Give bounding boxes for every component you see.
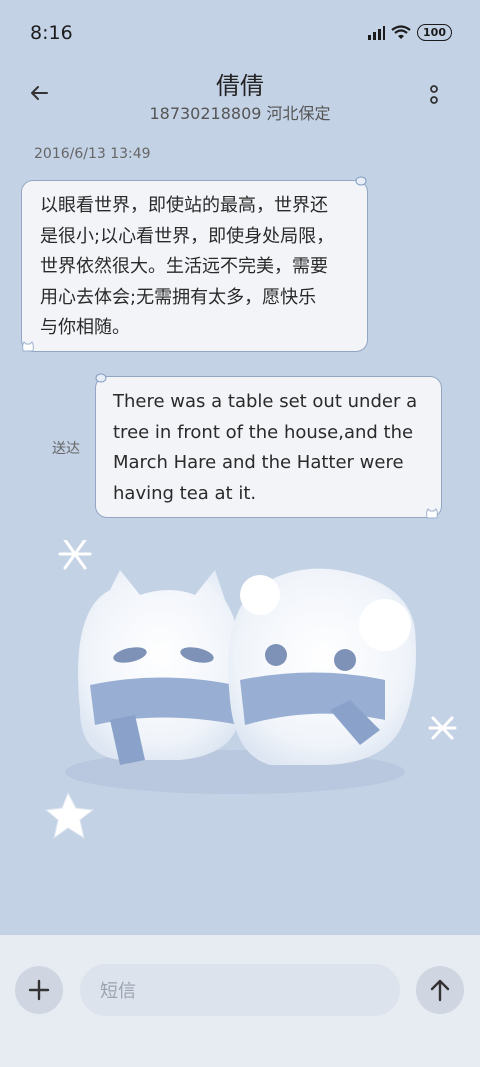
message-timestamp: 2016/6/13 13:49 — [34, 146, 151, 162]
message-line: 世界依然很大。生活远不完美，需要 — [40, 256, 328, 277]
wifi-icon — [391, 25, 411, 39]
status-time: 8:16 — [30, 22, 73, 44]
arrow-up-icon — [430, 979, 450, 1002]
cat-sticker-icon — [426, 508, 438, 519]
status-icons: 100 — [367, 24, 452, 41]
plus-icon — [28, 979, 50, 1001]
message-line: having tea at it. — [113, 482, 257, 504]
message-line: 以眼看世界，即使站的最高，世界还 — [40, 195, 328, 216]
contact-number-location: 18730218809 河北保定 — [149, 104, 331, 123]
cat-sticker-icon — [22, 341, 34, 352]
delivery-status: 送达 — [52, 441, 80, 457]
message-line: March Hare and the Hatter were — [113, 452, 404, 473]
message-line: 与你相随。 — [40, 317, 130, 338]
message-input-placeholder: 短信 — [100, 981, 136, 1002]
message-line: 是很小;以心看世界，即使身处局限， — [40, 225, 335, 247]
message-input[interactable]: 短信 — [80, 964, 400, 1016]
incoming-message-bubble[interactable]: 以眼看世界，即使站的最高，世界还 是很小;以心看世界，即使身处局限， 世界依然很… — [21, 180, 368, 352]
wallpaper-illustration — [44, 540, 457, 840]
more-vertical-icon — [430, 85, 438, 104]
outgoing-message-bubble[interactable]: There was a table set out under a tree i… — [95, 376, 442, 518]
signal-icon — [368, 25, 386, 40]
add-attachment-button[interactable] — [15, 966, 63, 1014]
battery-indicator: 100 — [417, 24, 452, 41]
message-line: There was a table set out under a — [113, 391, 418, 412]
message-line: 用心去体会;无需拥有太多，愿快乐 — [40, 286, 317, 308]
paw-sticker-icon — [95, 373, 107, 383]
more-options-button[interactable] — [428, 82, 440, 108]
message-line: tree in front of the house,and the — [113, 421, 414, 443]
paw-sticker-icon — [355, 176, 367, 186]
contact-name: 倩倩 — [216, 72, 264, 100]
send-button[interactable] — [416, 966, 464, 1014]
